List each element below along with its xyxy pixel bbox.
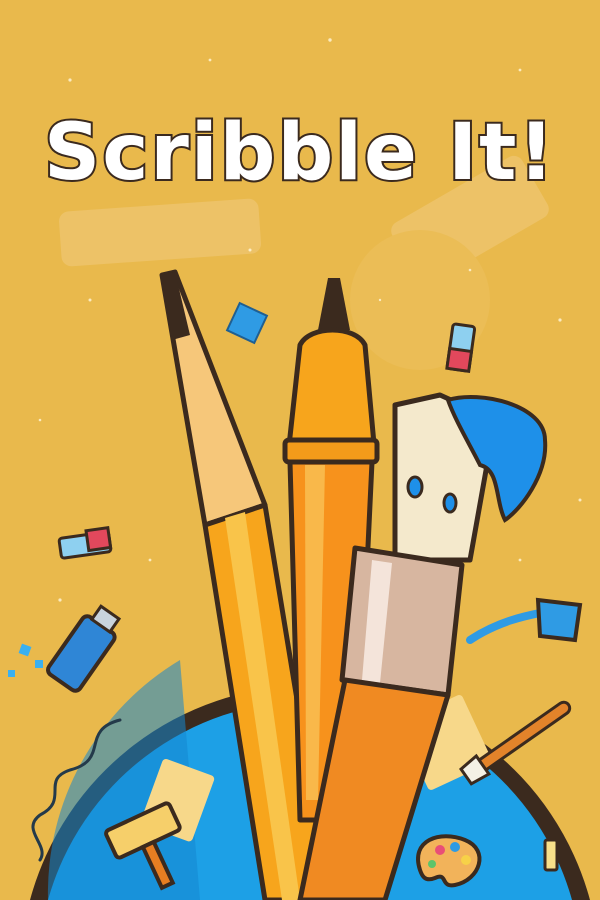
game-title: Scribble It! <box>42 106 556 200</box>
eraser-icon <box>57 525 113 560</box>
paint-splash <box>8 643 43 677</box>
cover-art: Scribble It! <box>0 0 600 900</box>
blue-cube-icon <box>225 301 269 345</box>
palette-icon <box>416 834 482 888</box>
paint-cup-icon <box>466 597 583 644</box>
paint-tube-icon <box>46 604 122 693</box>
small-tube-icon <box>543 838 559 872</box>
eraser-icon-top <box>445 322 477 374</box>
